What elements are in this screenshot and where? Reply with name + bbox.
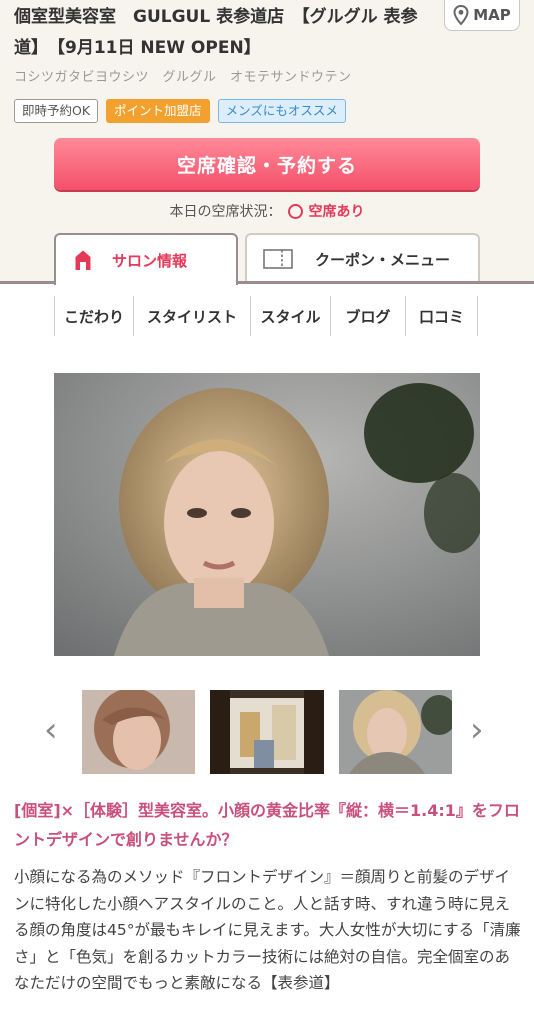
subnav-style[interactable]: スタイル xyxy=(251,296,331,336)
badge-points: ポイント加盟店 xyxy=(106,99,210,123)
badge-instant-booking: 即時予約OK xyxy=(14,99,99,123)
salon-name-kana: コシツガタビヨウシツ グルグル オモテサンドウテン xyxy=(14,70,352,85)
map-pin-icon xyxy=(453,5,469,25)
vacancy-status: 本日の空席状況： 空席あり xyxy=(0,201,534,221)
map-button[interactable]: MAP xyxy=(444,0,520,31)
home-icon xyxy=(75,250,91,270)
main-salon-photo xyxy=(54,373,480,656)
tab-salon-info-label: サロン情報 xyxy=(112,251,188,270)
tab-coupon-menu[interactable]: クーポン・メニュー xyxy=(245,233,480,283)
vacancy-status-value: 空席あり xyxy=(308,204,365,220)
photo-carousel: ‹ › xyxy=(0,690,534,776)
carousel-thumbnail[interactable] xyxy=(82,690,195,774)
circle-icon xyxy=(287,203,303,219)
reserve-button[interactable]: 空席確認・予約する xyxy=(54,138,480,190)
catch-copy: [個室]×［体験］型美容室。小顔の黄金比率『縦：横＝1.4:1』をフロントデザイ… xyxy=(14,801,520,849)
carousel-next-button[interactable]: › xyxy=(470,710,484,750)
carousel-thumbnail[interactable] xyxy=(210,690,324,774)
subnav-reviews[interactable]: 口コミ xyxy=(406,296,478,336)
tab-coupon-menu-label: クーポン・メニュー xyxy=(315,250,451,269)
vacancy-label: 本日の空席状況： xyxy=(169,204,282,220)
carousel-prev-button[interactable]: ‹ xyxy=(44,710,58,750)
salon-description: 小顔になる為のメソッド『フロントデザイン』＝顔周りと前髪のデザインに特化した小顔… xyxy=(14,868,521,992)
map-button-label: MAP xyxy=(473,6,511,24)
feature-badges: 即時予約OK ポイント加盟店 メンズにもオススメ xyxy=(14,99,346,123)
salon-name: 個室型美容室 GULGUL 表参道店 【グルグル 表参道】 【9月11日 NEW… xyxy=(14,7,418,58)
subnav-blog[interactable]: ブログ xyxy=(331,296,406,336)
subnav-stylist[interactable]: スタイリスト xyxy=(134,296,251,336)
carousel-thumbnail[interactable] xyxy=(339,690,452,774)
tab-salon-info[interactable]: サロン情報 xyxy=(54,233,238,285)
badge-mens: メンズにもオススメ xyxy=(217,99,346,123)
subnav-kodawari[interactable]: こだわり xyxy=(55,296,134,336)
salon-subnav: こだわり スタイリスト スタイル ブログ 口コミ xyxy=(54,296,478,336)
book-icon xyxy=(263,249,293,269)
